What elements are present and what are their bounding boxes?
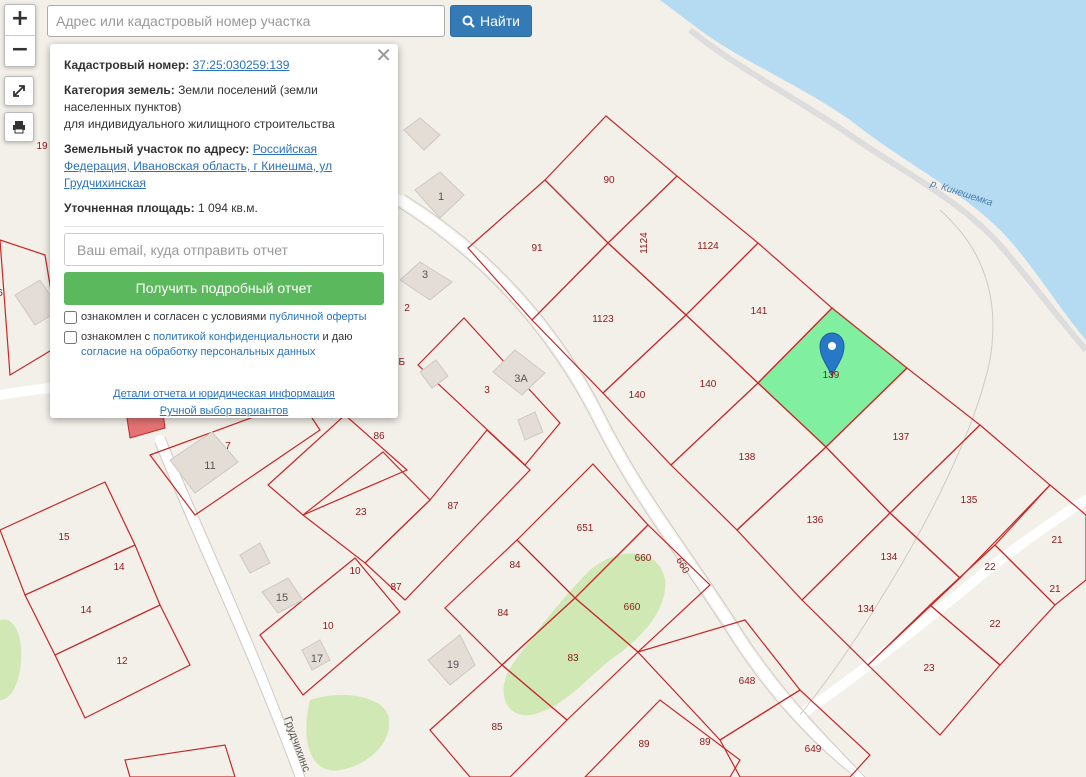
parcel-label: 87 — [390, 582, 402, 593]
zoom-control: + − — [4, 4, 36, 67]
parcel-label: 14 — [80, 605, 92, 616]
cadastral-label: Кадастровый номер: — [64, 58, 190, 72]
parcel-label: 10 — [349, 566, 361, 577]
parcel-label: 19 — [36, 141, 48, 152]
printer-icon — [13, 121, 25, 134]
cadastral-link[interactable]: 37:25:030259:139 — [193, 58, 290, 72]
search-input[interactable] — [47, 5, 445, 37]
search-icon — [462, 15, 475, 28]
parcel-label: 89 — [699, 737, 711, 748]
parcel-label: 87 — [447, 501, 459, 512]
zoom-out-button[interactable]: − — [5, 36, 35, 66]
parcel-label: 1124 — [639, 232, 650, 254]
address-label: Земельный участок по адресу: — [64, 142, 250, 156]
parcel-label: 7 — [225, 441, 231, 452]
parcel-label: 14 — [113, 562, 125, 573]
parcel-label: 21 — [1049, 584, 1061, 595]
building-label: 3 — [422, 269, 428, 281]
consent-offer: ознакомлен и согласен с условиями публич… — [64, 310, 384, 325]
parcel-label: 138 — [739, 452, 756, 463]
manual-select-link[interactable]: Ручной выбор вариантов — [160, 405, 288, 417]
parcel-label: 648 — [739, 676, 756, 687]
offer-checkbox[interactable] — [64, 311, 77, 324]
building-label: 15 — [276, 592, 288, 604]
area-label: Уточненная площадь: — [64, 201, 195, 215]
consent-offer-text: ознакомлен и согласен с условиями публич… — [81, 310, 367, 325]
parcel-label: 21 — [1051, 535, 1063, 546]
building-label: 1 — [438, 191, 444, 203]
consent2-mid: и даю — [319, 331, 353, 343]
parcel-label: 1124 — [697, 241, 719, 252]
parcel-label: 12 — [116, 656, 128, 667]
parcel-label: 2 — [404, 303, 410, 314]
fullscreen-button[interactable] — [4, 76, 34, 106]
zoom-in-button[interactable]: + — [5, 5, 35, 36]
parcel-label: 22 — [984, 562, 996, 573]
parcel-label: 141 — [751, 306, 768, 317]
parcel-info-popup: ✕ Кадастровый номер: 37:25:030259:139 Ка… — [50, 44, 398, 418]
building-label: 19 — [447, 659, 459, 671]
category-label: Категория земель: — [64, 83, 175, 97]
consent-privacy: ознакомлен с политикой конфиденциальност… — [64, 330, 384, 360]
popup-links: Детали отчета и юридическая информация Р… — [64, 386, 384, 420]
parcel-label: 91 — [531, 243, 543, 254]
privacy-checkbox[interactable] — [64, 331, 77, 344]
find-button[interactable]: Найти — [450, 5, 532, 37]
find-button-label: Найти — [480, 13, 520, 29]
category-row: Категория земель: Земли поселений (земли… — [64, 82, 384, 133]
parcel-label: 140 — [700, 379, 717, 390]
print-button[interactable] — [4, 112, 34, 142]
parcel-label: 10 — [322, 621, 334, 632]
parcel-label: 134 — [881, 552, 898, 563]
email-input[interactable] — [64, 233, 384, 266]
address-row: Земельный участок по адресу: Российская … — [64, 141, 384, 192]
area-row: Уточненная площадь: 1 094 кв.м. — [64, 200, 384, 217]
parcel-label: 90 — [603, 175, 615, 186]
area-value: 1 094 кв.м. — [197, 201, 258, 215]
close-icon[interactable]: ✕ — [375, 45, 392, 65]
parcel-label: 22 — [989, 619, 1001, 630]
privacy-link[interactable]: политикой конфиденциальности — [153, 331, 319, 343]
offer-link[interactable]: публичной оферты — [269, 311, 366, 323]
consent2-text: ознакомлен с — [81, 331, 154, 343]
parcel-label: 86 — [373, 431, 385, 442]
parcel-label: 83 — [567, 653, 579, 664]
parcel-label: 140 — [629, 390, 646, 401]
personal-data-link[interactable]: согласие на обработку персональных данны… — [81, 346, 315, 358]
consent-privacy-text: ознакомлен с политикой конфиденциальност… — [81, 330, 384, 360]
cadastral-row: Кадастровый номер: 37:25:030259:139 — [64, 57, 384, 74]
parcel-label: 660 — [635, 553, 652, 564]
parcel-label: 23 — [355, 507, 367, 518]
parcel-label: 137 — [893, 432, 910, 443]
green-area — [306, 695, 390, 771]
parcel-label: 6 — [0, 288, 3, 299]
building-label: 3А — [514, 373, 528, 385]
divider — [64, 226, 384, 227]
get-report-button[interactable]: Получить подробный отчет — [64, 272, 384, 305]
building-label: 11 — [204, 460, 215, 472]
parcel-label: 649 — [805, 744, 822, 755]
parcel-label: 85 — [491, 722, 503, 733]
parcel-label: 89 — [638, 739, 650, 750]
details-link[interactable]: Детали отчета и юридическая информация — [113, 388, 335, 400]
building-label: 17 — [311, 653, 323, 665]
parcel-label: 23 — [923, 663, 935, 674]
expand-icon — [13, 85, 25, 97]
parcel-label: 134 — [858, 604, 875, 615]
parcel-label: 136 — [807, 515, 824, 526]
category-use: для индивидуального жилищного строительс… — [64, 117, 335, 131]
parcel-label: 84 — [497, 608, 509, 619]
consent1-text: ознакомлен и согласен с условиями — [81, 311, 270, 323]
green-area — [503, 553, 666, 716]
parcel-label: 139 — [823, 370, 840, 381]
parcel-label: 135 — [961, 495, 978, 506]
parcel-label: 651 — [577, 523, 594, 534]
parcel-label: 660 — [624, 602, 641, 613]
green-area — [0, 619, 22, 700]
parcel-label: 15 — [58, 532, 70, 543]
parcel-label: 1123 — [592, 314, 614, 325]
river — [660, 0, 1086, 340]
parcel-label: 3 — [484, 385, 490, 396]
parcel-label: 84 — [509, 560, 521, 571]
